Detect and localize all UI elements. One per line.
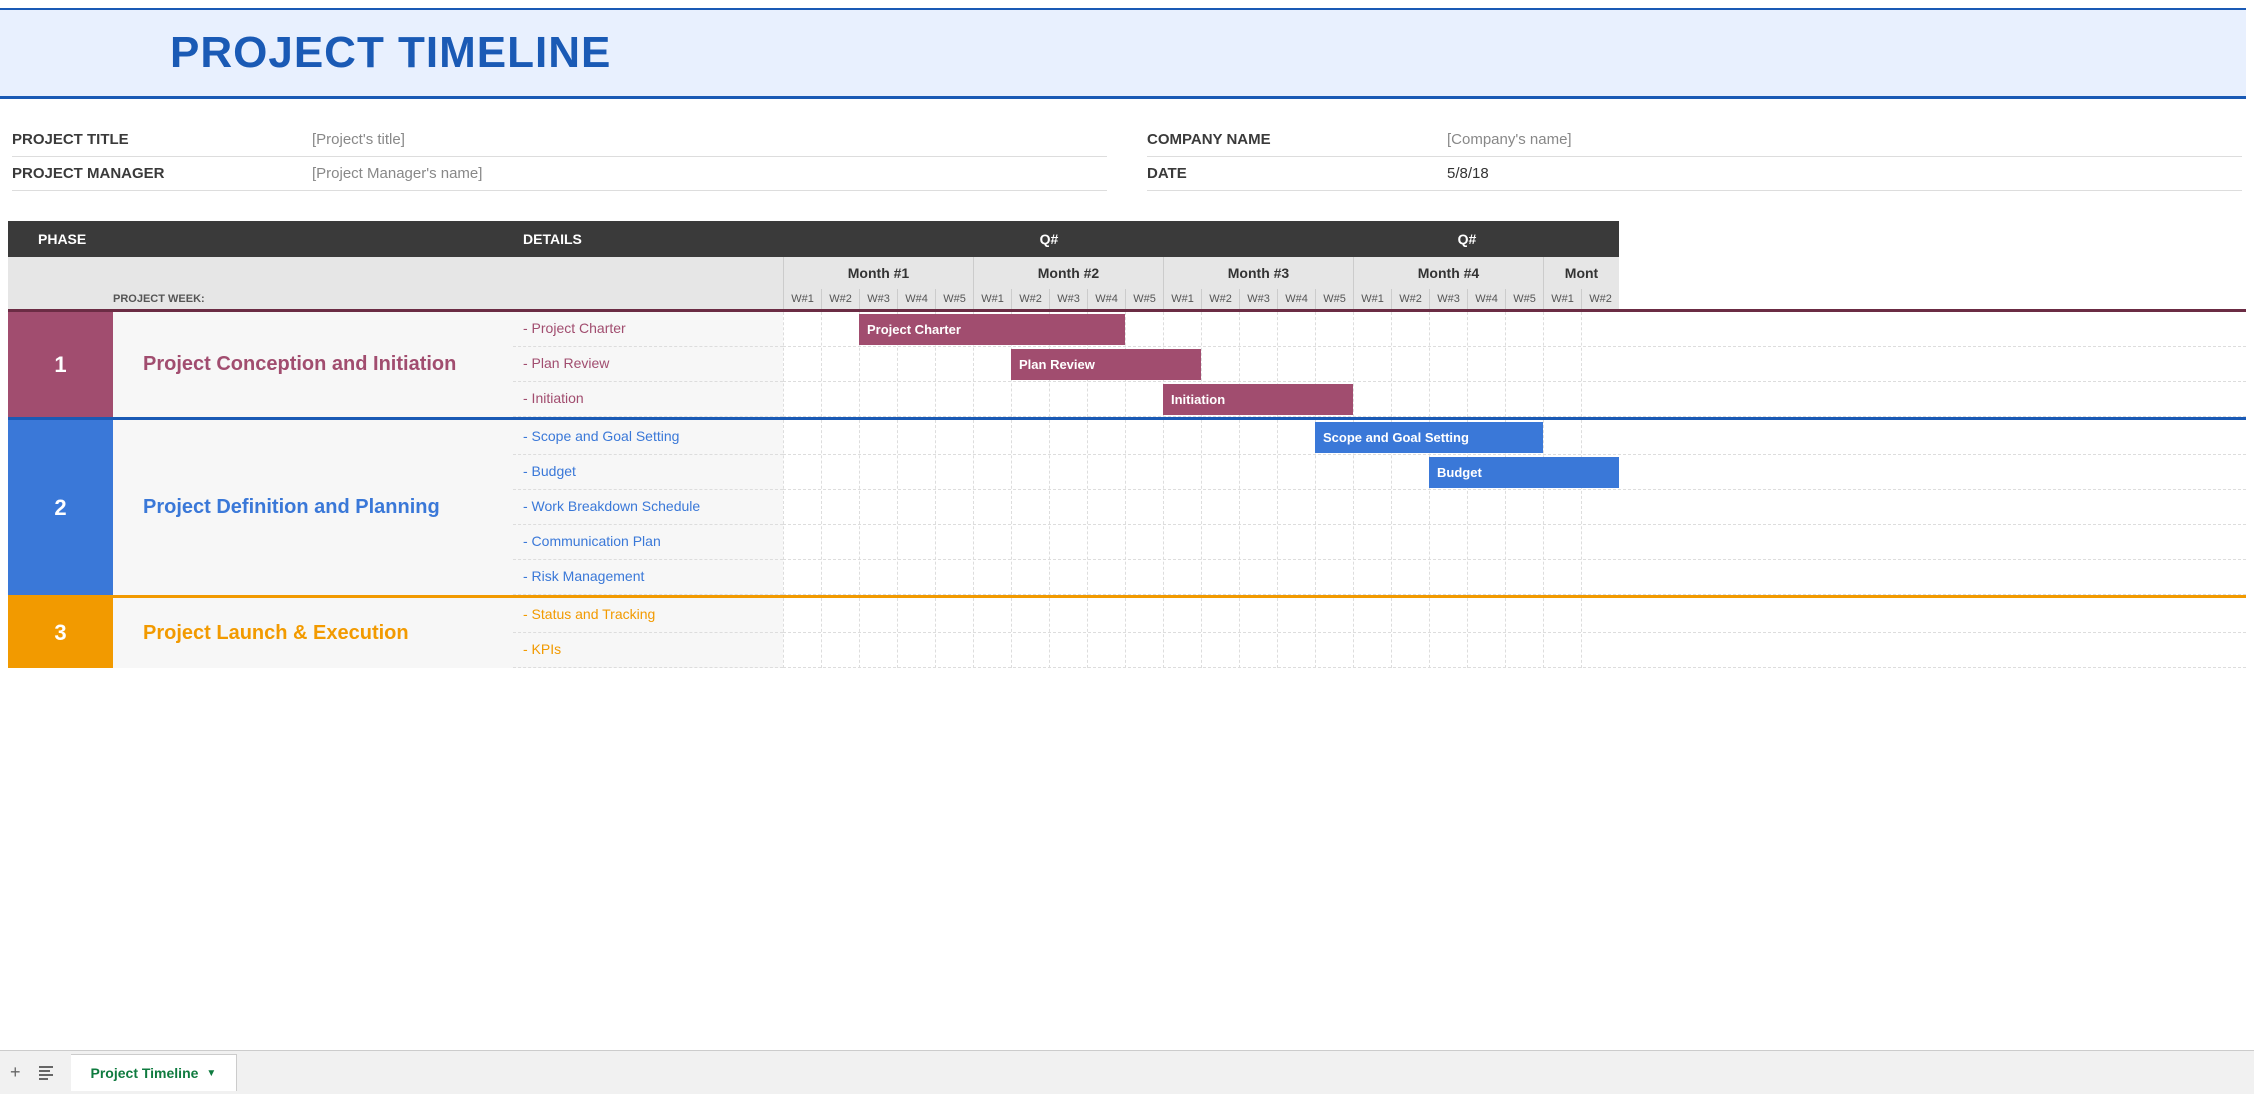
meta-label: DATE xyxy=(1147,165,1447,182)
title-banner: PROJECT TIMELINE xyxy=(0,8,2246,99)
header-month: Month #4 xyxy=(1353,257,1543,289)
detail-item[interactable]: - Plan Review xyxy=(513,347,783,382)
timeline-grid[interactable]: PHASE DETAILS Q#Q# Month #1Month #2Month… xyxy=(0,221,2254,668)
header-week: W#2 xyxy=(821,289,859,309)
header-week: W#4 xyxy=(1277,289,1315,309)
meta-label: COMPANY NAME xyxy=(1147,131,1447,148)
detail-item[interactable]: - KPIs xyxy=(513,633,783,668)
meta-section: PROJECT TITLE [Project's title] PROJECT … xyxy=(0,123,2254,221)
header-week: W#5 xyxy=(935,289,973,309)
phase-number: 2 xyxy=(8,420,113,595)
meta-value[interactable]: [Company's name] xyxy=(1447,131,1572,148)
meta-row: DATE 5/8/18 xyxy=(1147,157,2242,191)
meta-label: PROJECT TITLE xyxy=(12,131,312,148)
header-month: Month #1 xyxy=(783,257,973,289)
phase-name: Project Launch & Execution xyxy=(113,598,513,668)
gantt-bar[interactable]: Project Charter xyxy=(859,314,1125,345)
gantt-area[interactable]: Scope and Goal Setting Budget xyxy=(783,420,2246,595)
header-week: W#1 xyxy=(973,289,1011,309)
header-week: W#2 xyxy=(1201,289,1239,309)
header-week: W#5 xyxy=(1125,289,1163,309)
gantt-row: Plan Review xyxy=(783,347,2246,382)
gantt-row: Budget xyxy=(783,455,2246,490)
meta-row: COMPANY NAME [Company's name] xyxy=(1147,123,2242,157)
header-week: W#4 xyxy=(1467,289,1505,309)
meta-row: PROJECT TITLE [Project's title] xyxy=(12,123,1107,157)
detail-item[interactable]: - Scope and Goal Setting xyxy=(513,420,783,455)
gantt-row: Project Charter xyxy=(783,312,2246,347)
detail-item[interactable]: - Work Breakdown Schedule xyxy=(513,490,783,525)
header-month: Month #2 xyxy=(973,257,1163,289)
header-week: W#4 xyxy=(1087,289,1125,309)
header-week: W#3 xyxy=(1429,289,1467,309)
chevron-down-icon: ▼ xyxy=(206,1068,216,1079)
header-week: W#1 xyxy=(1543,289,1581,309)
gantt-row xyxy=(783,633,2246,668)
detail-item[interactable]: - Initiation xyxy=(513,382,783,417)
phase-block: 3 Project Launch & Execution - Status an… xyxy=(8,595,2246,668)
phase-details: - Scope and Goal Setting- Budget- Work B… xyxy=(513,420,783,595)
header-week: W#1 xyxy=(1353,289,1391,309)
header-week: W#1 xyxy=(1163,289,1201,309)
header-phase-spacer xyxy=(113,221,513,257)
all-sheets-button[interactable] xyxy=(39,1066,53,1080)
gantt-row: Initiation xyxy=(783,382,2246,417)
meta-row: PROJECT MANAGER [Project Manager's name] xyxy=(12,157,1107,191)
sheet-footer: + Project Timeline ▼ xyxy=(0,1050,2254,1094)
detail-item[interactable]: - Status and Tracking xyxy=(513,598,783,633)
meta-value[interactable]: 5/8/18 xyxy=(1447,165,1489,182)
phase-block: 2 Project Definition and Planning - Scop… xyxy=(8,417,2246,595)
detail-item[interactable]: - Risk Management xyxy=(513,560,783,595)
phase-name: Project Definition and Planning xyxy=(113,420,513,595)
meta-value[interactable]: [Project Manager's name] xyxy=(312,165,482,182)
header-week: W#3 xyxy=(1239,289,1277,309)
phase-details: - Status and Tracking- KPIs xyxy=(513,598,783,668)
meta-value[interactable]: [Project's title] xyxy=(312,131,405,148)
header-month: Month #3 xyxy=(1163,257,1353,289)
gantt-row xyxy=(783,490,2246,525)
sheet-tab-label: Project Timeline xyxy=(91,1065,199,1081)
header-phase: PHASE xyxy=(8,221,113,257)
phase-name: Project Conception and Initiation xyxy=(113,312,513,417)
gantt-area[interactable] xyxy=(783,598,2246,668)
header-week: W#3 xyxy=(859,289,897,309)
header-week: W#3 xyxy=(1049,289,1087,309)
header-week: W#5 xyxy=(1315,289,1353,309)
header-week: W#2 xyxy=(1581,289,1619,309)
gantt-row xyxy=(783,560,2246,595)
add-sheet-button[interactable]: + xyxy=(10,1062,21,1083)
gantt-row xyxy=(783,598,2246,633)
gantt-bar[interactable]: Plan Review xyxy=(1011,349,1201,380)
phase-number: 3 xyxy=(8,598,113,668)
header-week: W#2 xyxy=(1011,289,1049,309)
phase-details: - Project Charter- Plan Review- Initiati… xyxy=(513,312,783,417)
gantt-row xyxy=(783,525,2246,560)
project-week-label: PROJECT WEEK: xyxy=(113,289,783,309)
phase-block: 1 Project Conception and Initiation - Pr… xyxy=(8,309,2246,417)
detail-item[interactable]: - Budget xyxy=(513,455,783,490)
header-week: W#4 xyxy=(897,289,935,309)
header-quarter: Q# xyxy=(783,221,1315,257)
gantt-row: Scope and Goal Setting xyxy=(783,420,2246,455)
header-month: Mont xyxy=(1543,257,1619,289)
header-quarter: Q# xyxy=(1315,221,1619,257)
detail-item[interactable]: - Project Charter xyxy=(513,312,783,347)
detail-item[interactable]: - Communication Plan xyxy=(513,525,783,560)
header-details: DETAILS xyxy=(513,221,783,257)
gantt-area[interactable]: Project Charter Plan Review Initiation xyxy=(783,312,2246,417)
header-week: W#1 xyxy=(783,289,821,309)
sheet-tab[interactable]: Project Timeline ▼ xyxy=(71,1054,238,1091)
page-title: PROJECT TIMELINE xyxy=(170,28,2246,78)
gantt-bar[interactable]: Scope and Goal Setting xyxy=(1315,422,1543,453)
phase-number: 1 xyxy=(8,312,113,417)
gantt-bar[interactable]: Initiation xyxy=(1163,384,1353,415)
gantt-bar[interactable]: Budget xyxy=(1429,457,1619,488)
header-week: W#2 xyxy=(1391,289,1429,309)
meta-label: PROJECT MANAGER xyxy=(12,165,312,182)
header-week: W#5 xyxy=(1505,289,1543,309)
